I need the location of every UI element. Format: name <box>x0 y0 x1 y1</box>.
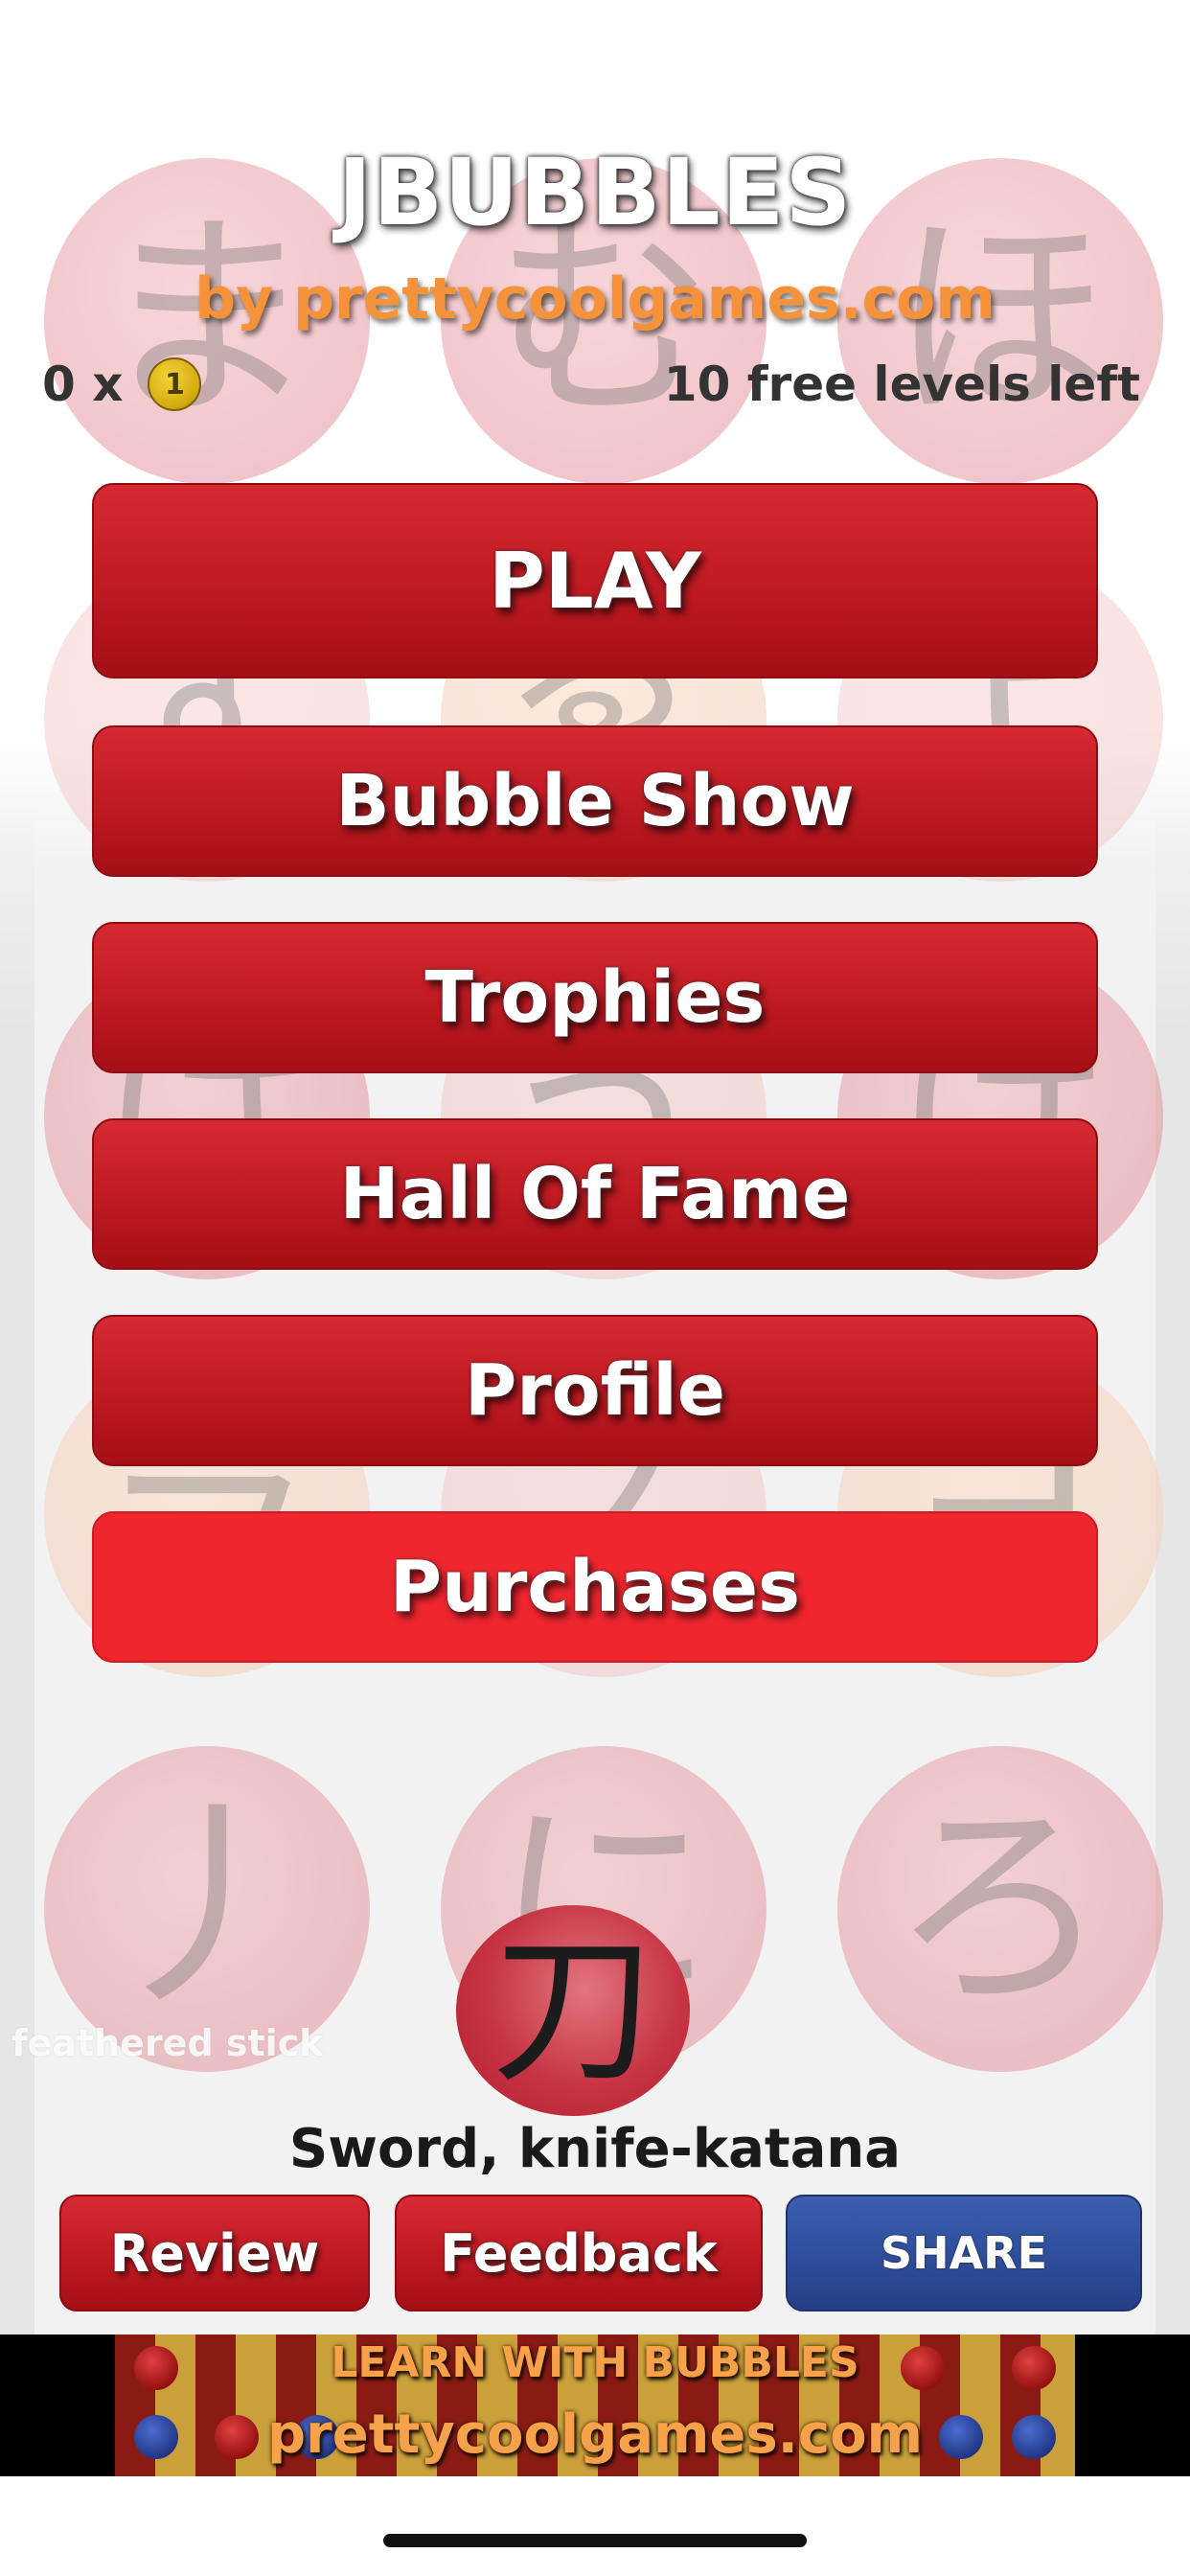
home-indicator[interactable] <box>383 2534 807 2547</box>
kanji-meaning: Sword, knife-katana <box>288 2118 902 2180</box>
hall-of-fame-button[interactable]: Hall Of Fame <box>92 1118 1098 1270</box>
coin-icon: 1 <box>148 357 202 411</box>
coin-count: 0 x <box>42 356 124 412</box>
free-levels-left: 10 free levels left <box>663 356 1140 412</box>
faint-caption: feathered stick <box>11 2022 324 2064</box>
right-side-band <box>1156 805 1190 2338</box>
play-button[interactable]: PLAY <box>92 483 1098 678</box>
bubble-show-button[interactable]: Bubble Show <box>92 725 1098 877</box>
background-bubble: ろ <box>837 1746 1163 2072</box>
ad-url: prettycoolgames.com <box>267 2404 923 2466</box>
profile-button[interactable]: Profile <box>92 1315 1098 1466</box>
review-button[interactable]: Review <box>59 2195 370 2312</box>
game-screen: ま む ほ す ゑ よ は う け ラ ス ヨ 丿 に ろ JBUBBLES b… <box>0 0 1190 2576</box>
app-subtitle: by prettycoolgames.com <box>195 265 995 333</box>
share-button[interactable]: SHARE <box>786 2195 1142 2312</box>
ad-headline: LEARN WITH BUBBLES <box>331 2338 859 2387</box>
purchases-button[interactable]: Purchases <box>92 1511 1098 1663</box>
kanji-bubble: 刀 <box>456 1905 690 2116</box>
left-side-band <box>0 805 34 2338</box>
app-title: JBUBBLES <box>337 139 853 246</box>
coin-counter: 0 x 1 <box>42 350 202 419</box>
feedback-button[interactable]: Feedback <box>395 2195 763 2312</box>
trophies-button[interactable]: Trophies <box>92 922 1098 1073</box>
